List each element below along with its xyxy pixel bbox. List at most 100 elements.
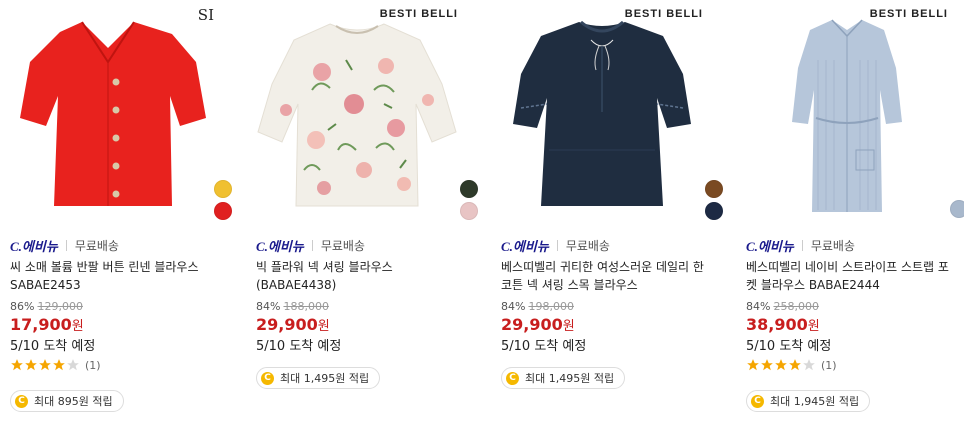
discount-row: 86% 129,000	[10, 300, 83, 313]
star-rating: (1)	[746, 358, 837, 372]
seller-row: C.에비뉴 무료배송	[746, 236, 855, 255]
color-swatches	[950, 196, 964, 436]
product-card[interactable]: BESTI BELLI C.에비뉴 무료배송 베스띠벨리 귀티한 여성스러운 데…	[491, 0, 723, 446]
product-image[interactable]: BESTI BELLI	[491, 0, 713, 222]
star-icon	[789, 359, 801, 371]
seller-row: C.에비뉴 무료배송	[501, 236, 610, 255]
blouse-image	[257, 23, 457, 207]
product-title[interactable]: 빅 플라워 넥 셔링 블라우스 (BABAE4438)	[256, 258, 468, 294]
blouse-image	[513, 20, 691, 206]
delivery-eta: 5/10 도착 예정	[746, 339, 832, 354]
color-swatch-navy[interactable]	[705, 202, 723, 220]
points-badge: C 최대 1,945원 적립	[746, 390, 871, 412]
color-swatch-light-floral[interactable]	[460, 202, 478, 220]
product-image[interactable]: SI	[0, 0, 222, 222]
discount-rate: 84%	[256, 300, 281, 313]
currency: 원	[562, 319, 575, 334]
currency: 원	[71, 319, 84, 334]
product-card[interactable]: BESTI BELLI C.에비뉴 무료배송 베스띠벨리 네이비 스트라이프 스…	[736, 0, 964, 446]
product-card[interactable]: SI C.에비뉴 무료배송 씨 소매 볼륨 반팔 버튼 린넨 블라우스 SABA…	[0, 0, 232, 446]
shipping-label: 무료배송	[74, 239, 119, 253]
discount-row: 84% 198,000	[501, 300, 574, 313]
points-badge: C 최대 1,495원 적립	[501, 367, 626, 389]
color-swatch-red[interactable]	[214, 202, 232, 220]
color-swatch-light-blue[interactable]	[950, 200, 964, 218]
shipping-label: 무료배송	[320, 239, 365, 253]
discount-rate: 84%	[501, 300, 526, 313]
currency: 원	[317, 319, 330, 334]
brand-logo: SI	[197, 6, 214, 24]
star-empty-icon	[803, 359, 815, 371]
seller-name[interactable]: C.에비뉴	[10, 236, 58, 255]
product-title[interactable]: 베스띠벨리 귀티한 여성스러운 데일리 한 코튼 넥 셔링 스목 블라우스	[501, 258, 713, 294]
delivery-eta: 5/10 도착 예정	[256, 339, 342, 354]
discount-row: 84% 188,000	[256, 300, 329, 313]
coin-icon: C	[261, 371, 274, 385]
sale-price: 29,900원	[501, 315, 575, 334]
star-icon	[11, 359, 23, 371]
points-text: 최대 1,495원 적립	[280, 372, 370, 385]
points-badge: C 최대 1,495원 적립	[256, 367, 381, 389]
seller-name[interactable]: C.에비뉴	[256, 236, 304, 255]
color-swatches	[705, 176, 723, 436]
star-icon	[775, 359, 787, 371]
points-text: 최대 1,945원 적립	[770, 395, 860, 408]
product-title[interactable]: 베스띠벨리 네이비 스트라이프 스트랩 포켓 블라우스 BABAE2444	[746, 258, 958, 294]
product-card[interactable]: BESTI BELLI C.에비뉴 무료배송 빅 플라워 넥 셔링 블라우스 (…	[246, 0, 478, 446]
star-icon	[53, 359, 65, 371]
color-swatch-yellow[interactable]	[214, 180, 232, 198]
star-empty-icon	[67, 359, 79, 371]
review-count[interactable]: (1)	[821, 359, 837, 372]
star-icon	[761, 359, 773, 371]
coin-icon: C	[15, 394, 28, 408]
seller-row: C.에비뉴 무료배송	[10, 236, 119, 255]
sale-price-value: 38,900	[746, 315, 808, 334]
points-text: 최대 1,495원 적립	[525, 372, 615, 385]
shipping-label: 무료배송	[565, 239, 610, 253]
divider	[556, 240, 558, 251]
sale-price: 29,900원	[256, 315, 330, 334]
brand-logo: BESTI BELLI	[624, 8, 703, 20]
brand-logo: BESTI BELLI	[379, 8, 458, 20]
star-icon	[747, 359, 759, 371]
original-price: 198,000	[528, 300, 574, 313]
currency: 원	[807, 319, 820, 334]
color-swatches	[214, 176, 232, 436]
seller-name[interactable]: C.에비뉴	[501, 236, 549, 255]
shipping-label: 무료배송	[810, 239, 855, 253]
product-image[interactable]: BESTI BELLI	[246, 0, 468, 222]
discount-row: 84% 258,000	[746, 300, 819, 313]
star-rating: (1)	[10, 358, 101, 372]
coin-icon: C	[506, 371, 519, 385]
color-swatch-brown[interactable]	[705, 180, 723, 198]
divider	[65, 240, 67, 251]
blouse-image	[792, 19, 902, 212]
coin-icon: C	[751, 394, 764, 408]
seller-name[interactable]: C.에비뉴	[746, 236, 794, 255]
star-icon	[39, 359, 51, 371]
star-icon	[25, 359, 37, 371]
seller-row: C.에비뉴 무료배송	[256, 236, 365, 255]
discount-rate: 84%	[746, 300, 771, 313]
blouse-image	[20, 21, 206, 206]
color-swatches	[460, 176, 478, 436]
original-price: 258,000	[773, 300, 819, 313]
color-swatch-dark-floral[interactable]	[460, 180, 478, 198]
sale-price-value: 29,900	[256, 315, 318, 334]
delivery-eta: 5/10 도착 예정	[10, 339, 96, 354]
divider	[311, 240, 313, 251]
divider	[801, 240, 803, 251]
review-count[interactable]: (1)	[85, 359, 101, 372]
product-image[interactable]: BESTI BELLI	[736, 0, 958, 222]
sale-price: 17,900원	[10, 315, 84, 334]
product-title[interactable]: 씨 소매 볼륨 반팔 버튼 린넨 블라우스 SABAE2453	[10, 258, 222, 294]
brand-logo: BESTI BELLI	[869, 8, 948, 20]
points-text: 최대 895원 적립	[34, 395, 113, 408]
delivery-eta: 5/10 도착 예정	[501, 339, 587, 354]
original-price: 188,000	[283, 300, 329, 313]
points-badge: C 최대 895원 적립	[10, 390, 124, 412]
sale-price: 38,900원	[746, 315, 820, 334]
sale-price-value: 17,900	[10, 315, 72, 334]
sale-price-value: 29,900	[501, 315, 563, 334]
original-price: 129,000	[37, 300, 83, 313]
